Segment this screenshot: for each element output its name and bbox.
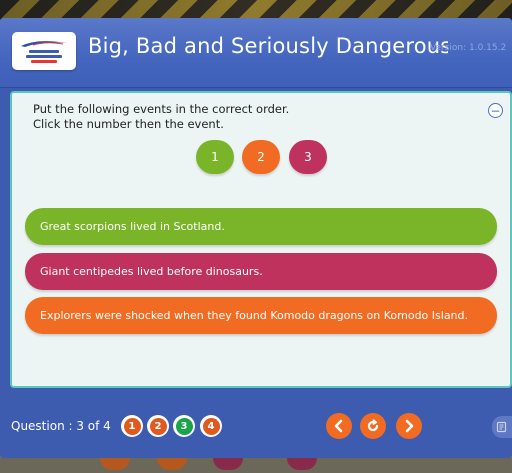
instruction-line-1: Put the following events in the correct … [33,102,290,116]
page-title: Big, Bad and Seriously Dangerous C... [88,34,448,58]
question-panel: Put the following events in the correct … [10,91,512,388]
event-option-2[interactable]: Giant centipedes lived before dinosaurs. [25,253,497,290]
question-dot-1[interactable]: 1 [121,415,143,437]
chevron-right-icon [405,419,414,433]
question-dot-1-label: 1 [123,417,141,435]
question-dot-2-label: 2 [149,417,167,435]
header-bar: Big, Bad and Seriously Dangerous C... Ve… [0,18,512,88]
number-button-2[interactable]: 2 [242,140,280,174]
instructions: Put the following events in the correct … [33,102,289,132]
next-button[interactable] [396,413,422,439]
notes-icon [496,421,507,433]
reload-button[interactable] [360,413,386,439]
logo-swoosh-icon [21,40,67,47]
notes-button[interactable] [492,416,512,438]
number-button-3[interactable]: 3 [289,140,327,174]
publisher-logo [12,32,76,70]
version-label: Version: 1.0.15.2 [430,43,507,53]
question-counter: Question : 3 of 4 [11,419,111,433]
chevron-left-icon [334,419,343,433]
event-option-3[interactable]: Explorers were shocked when they found K… [25,297,497,334]
quiz-window: Big, Bad and Seriously Dangerous C... Ve… [0,18,512,458]
number-button-1[interactable]: 1 [196,140,234,174]
event-option-1[interactable]: Great scorpions lived in Scotland. [25,208,497,245]
instruction-line-2: Click the number then the event. [33,117,224,131]
minus-circle-icon[interactable]: − [488,103,503,118]
footer-bar: Question : 3 of 4 1 2 3 4 [0,398,512,458]
question-dot-3[interactable]: 3 [173,415,195,437]
prev-button[interactable] [326,413,352,439]
question-dot-2[interactable]: 2 [147,415,169,437]
question-dot-3-label: 3 [175,417,193,435]
question-dot-4[interactable]: 4 [200,415,222,437]
refresh-icon [367,419,379,432]
background-bottom-strip [0,458,512,473]
question-dot-4-label: 4 [202,417,220,435]
